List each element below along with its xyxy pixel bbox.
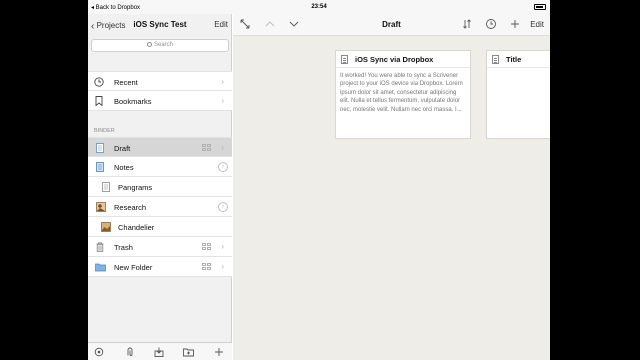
sidebar-item-bookmarks[interactable]: Bookmarks › <box>88 91 232 111</box>
grid-icon <box>202 144 212 152</box>
index-card-synopsis: It worked! You were able to sync a Scriv… <box>340 73 463 113</box>
add-icon[interactable] <box>214 347 224 357</box>
binder-sidebar: ‹ Projects iOS Sync Test Edit Search Rec… <box>88 14 232 360</box>
sidebar-item-label: Recent <box>114 78 138 87</box>
document-icon <box>341 55 348 64</box>
trash-icon <box>96 242 105 252</box>
page-title: Draft <box>382 20 401 29</box>
binder-section-header: BINDER <box>94 128 115 134</box>
index-card-header: iOS Sync via Dropbox <box>336 51 470 68</box>
index-card-header: Title <box>487 51 550 68</box>
binder-item-chandelier[interactable]: Chandelier <box>88 217 232 237</box>
notes-icon <box>96 162 105 172</box>
index-card-title: Title <box>506 55 522 64</box>
binder-item-label: Pangrams <box>118 183 153 192</box>
binder-item-research[interactable]: Research › <box>88 197 232 217</box>
chevron-right-icon: › <box>221 77 224 86</box>
index-card-synopsis <box>491 72 550 135</box>
index-card[interactable]: iOS Sync via Dropbox It worked! You were… <box>336 51 470 138</box>
sidebar-item-recent[interactable]: Recent › <box>88 71 232 91</box>
history-icon[interactable] <box>485 18 497 30</box>
grid-icon <box>202 263 212 271</box>
corkboard-area: Draft Edit iOS Sync via Dropbox It worke… <box>233 14 550 360</box>
add-icon[interactable] <box>509 18 521 30</box>
binder-item-label: Draft <box>114 144 131 153</box>
index-card-title: iOS Sync via Dropbox <box>355 55 434 64</box>
search-icon <box>146 42 152 47</box>
binder-item-label: Trash <box>114 243 133 252</box>
main-nav-bar: Draft Edit <box>233 14 550 36</box>
project-title: iOS Sync Test <box>133 20 187 29</box>
import-icon[interactable] <box>154 347 164 357</box>
grid-icon <box>202 243 212 251</box>
ios-screen: ◂ Back to Dropbox 23:54 ‹ Projects iOS S… <box>88 0 550 360</box>
status-time: 23:54 <box>311 4 327 10</box>
sidebar-nav-bar: ‹ Projects iOS Sync Test Edit <box>88 14 232 36</box>
bookmark-icon <box>95 96 104 106</box>
binder-item-label: Chandelier <box>118 223 155 232</box>
sidebar-item-label: Bookmarks <box>114 97 152 106</box>
sidebar-toolbar <box>88 342 232 360</box>
clock-icon <box>94 77 104 87</box>
binder-item-label: Research <box>114 203 147 212</box>
document-icon <box>492 55 499 64</box>
chevron-right-icon: › <box>221 96 224 105</box>
binder-item-trash[interactable]: Trash › <box>88 237 232 257</box>
binder-item-notes[interactable]: Notes › <box>88 157 232 177</box>
binder-item-draft[interactable]: Draft › <box>88 137 232 157</box>
info-circle-icon[interactable]: › <box>218 202 228 212</box>
binder-item-label: New Folder <box>114 263 153 272</box>
index-card[interactable]: Title <box>487 51 550 138</box>
status-bar: ◂ Back to Dropbox 23:54 <box>88 0 550 14</box>
image-icon <box>101 222 111 232</box>
info-circle-icon[interactable]: › <box>218 162 228 172</box>
document-icon <box>102 182 111 192</box>
sort-icon[interactable] <box>461 18 473 30</box>
chevron-right-icon: › <box>221 262 224 271</box>
new-folder-icon[interactable] <box>183 347 194 357</box>
search-placeholder: Search <box>153 42 173 48</box>
folder-icon <box>95 262 106 272</box>
battery-icon <box>534 4 546 10</box>
sidebar-edit-button[interactable]: Edit <box>214 20 228 29</box>
chevron-right-icon: › <box>221 143 224 152</box>
search-field[interactable]: Search <box>91 39 229 52</box>
main-edit-button[interactable]: Edit <box>530 20 544 29</box>
research-image-icon <box>96 202 106 212</box>
settings-icon[interactable] <box>94 347 104 357</box>
draft-document-icon <box>96 143 105 153</box>
binder-item-pangrams[interactable]: Pangrams <box>88 177 232 197</box>
chevron-right-icon: › <box>221 242 224 251</box>
binder-item-new-folder[interactable]: New Folder › <box>88 257 232 277</box>
binder-item-label: Notes <box>114 163 134 172</box>
clip-icon[interactable] <box>125 347 135 357</box>
